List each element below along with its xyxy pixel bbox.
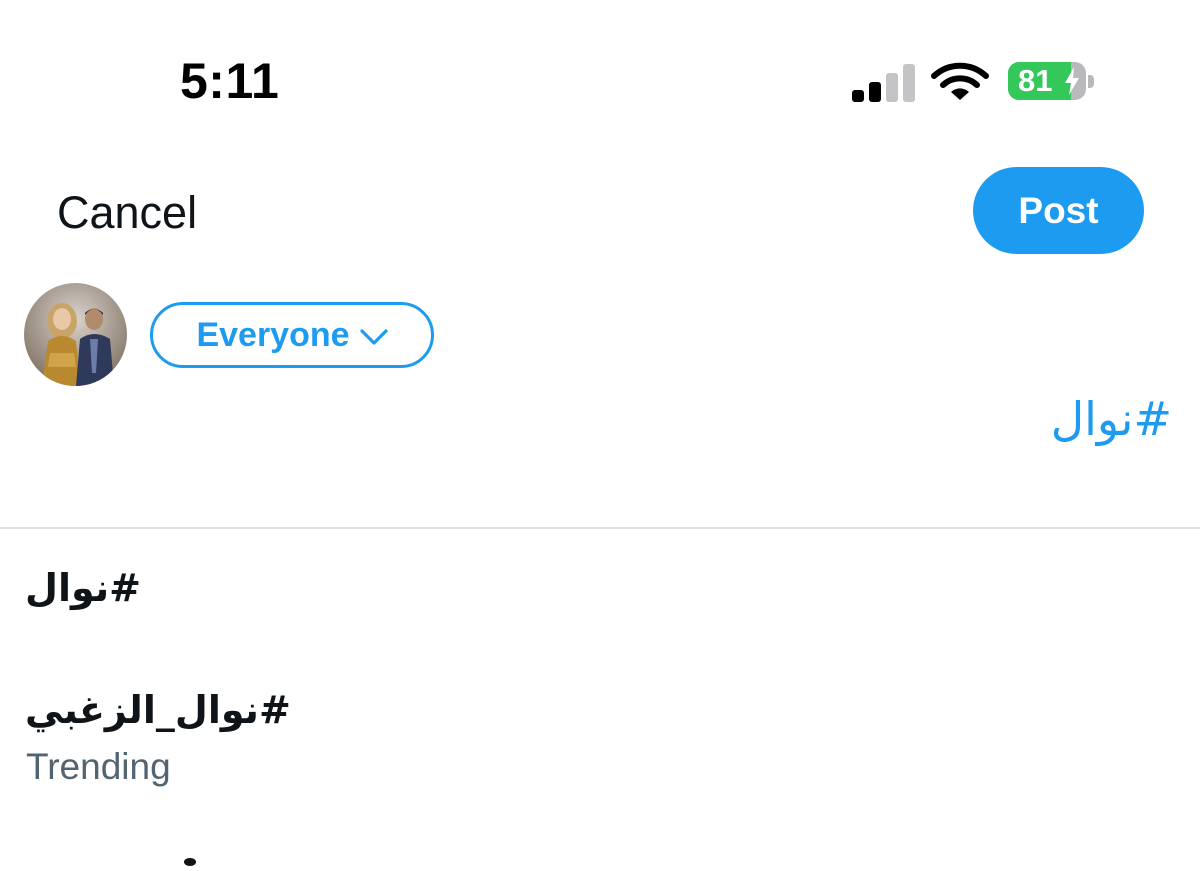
suggestion-item-label[interactable]: #نوال: [25, 566, 141, 610]
audience-selector[interactable]: Everyone: [150, 302, 434, 368]
suggestion-item-label[interactable]: #نوال_الزغبي: [25, 688, 291, 732]
divider: [0, 527, 1200, 529]
status-time: 5:11: [180, 53, 280, 109]
user-avatar[interactable]: [24, 283, 127, 386]
cancel-button[interactable]: Cancel: [57, 187, 197, 239]
suggestion-item-subtitle: Trending: [26, 746, 171, 787]
cellular-signal-icon: [852, 62, 915, 102]
post-button[interactable]: Post: [973, 167, 1144, 254]
compose-text-input[interactable]: #نوال: [1051, 392, 1172, 446]
battery-nub: [1088, 75, 1094, 88]
wifi-icon: [931, 62, 989, 102]
chevron-down-icon: [359, 316, 388, 355]
suggestion-item-peek: [180, 850, 200, 866]
charging-bolt-icon: [1064, 67, 1080, 100]
audience-label: Everyone: [196, 315, 350, 354]
battery-indicator: 81: [1008, 62, 1096, 102]
